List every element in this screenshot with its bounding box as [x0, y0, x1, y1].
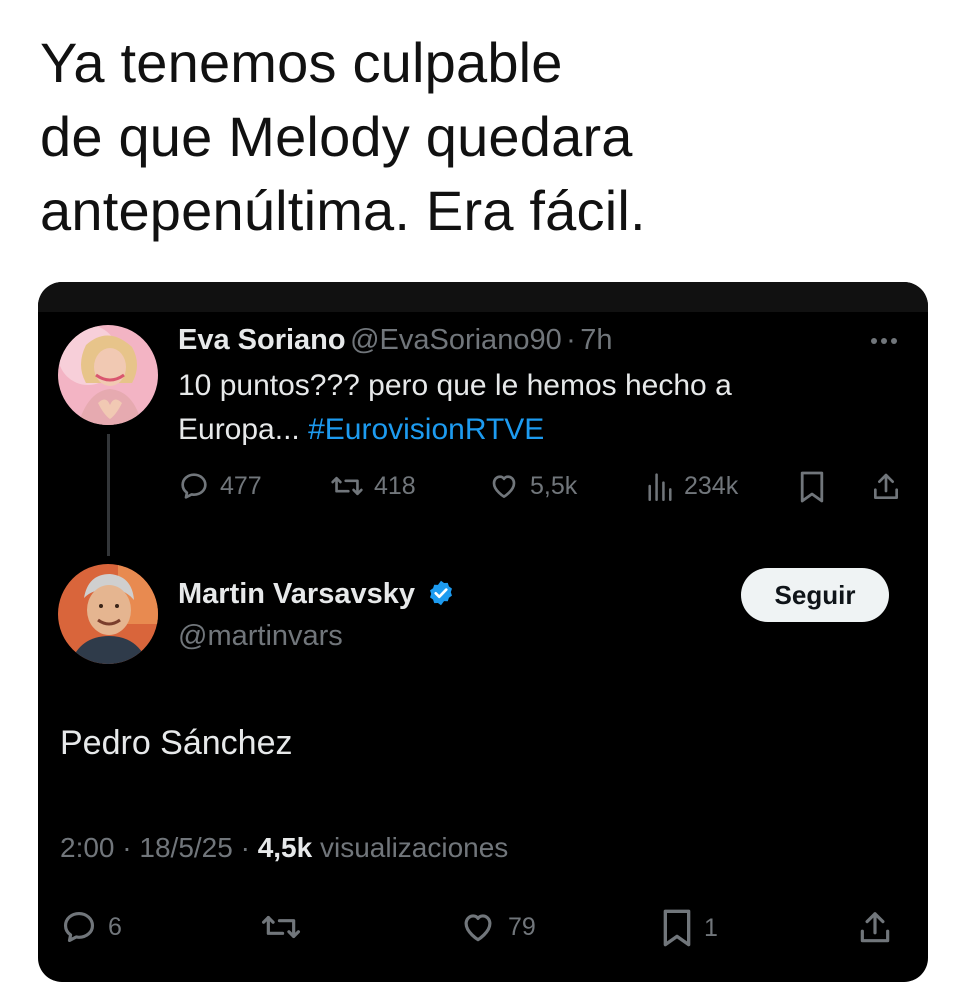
reply-author-row: Martin Varsavsky [178, 578, 455, 611]
retweet-button[interactable]: 418 [330, 470, 416, 502]
quoted-tweet-text: 10 puntos??? pero que le hemos hecho a E… [178, 364, 732, 452]
header-separator: · [566, 324, 576, 356]
tweet-screenshot-card: Eva Soriano @EvaSoriano90 · 7h 10 puntos… [38, 282, 928, 982]
bookmark-button[interactable] [798, 470, 826, 504]
reply-icon [63, 911, 95, 943]
views-icon [648, 473, 672, 501]
reply-tweet-meta: 2:00 · 18/5/25 · 4,5k visualizaciones [60, 832, 508, 864]
views-label: visualizaciones [319, 832, 509, 863]
retweet-icon [262, 915, 300, 939]
martin-varsavsky-avatar[interactable] [58, 564, 158, 664]
reply-button-main[interactable]: 6 [60, 908, 122, 946]
like-button-main[interactable]: 79 [458, 908, 536, 946]
share-button[interactable] [870, 470, 902, 504]
reply-author-name[interactable]: Martin Varsavsky [178, 578, 415, 610]
like-button[interactable]: 5,5k [488, 470, 577, 502]
quoted-author-name[interactable]: Eva Soriano [178, 324, 346, 356]
retweet-button-main[interactable] [260, 908, 302, 946]
quoted-text-line-1: 10 puntos??? pero que le hemos hecho a [178, 369, 732, 402]
verified-badge-icon [430, 580, 453, 606]
bookmark-button-main[interactable]: 1 [660, 908, 718, 948]
bookmark-icon [663, 909, 691, 947]
bookmark-count-main: 1 [704, 913, 718, 942]
reply-icon [181, 473, 207, 499]
like-count: 5,5k [530, 471, 578, 500]
like-icon [492, 475, 516, 498]
quoted-text-line-2: Europa... #EurovisionRTVE [178, 408, 732, 452]
views-button[interactable]: 234k [646, 470, 738, 502]
eva-soriano-avatar[interactable] [58, 325, 158, 425]
meta-separator-1: · [122, 832, 132, 863]
tweet-time[interactable]: 2:00 [60, 832, 115, 863]
tweet-date[interactable]: 18/5/25 [139, 832, 232, 863]
reply-count-main: 6 [108, 912, 122, 941]
caption-line-3: antepenúltima. Era fácil. [40, 179, 646, 242]
reply-count: 477 [220, 471, 262, 500]
views-count: 234k [684, 471, 739, 500]
meta-separator-2: · [240, 832, 250, 863]
quoted-tweet-header: Eva Soriano @EvaSoriano90 · 7h [178, 324, 613, 357]
share-button-main[interactable] [856, 908, 894, 948]
retweet-count: 418 [374, 471, 416, 500]
post-caption: Ya tenemos culpable de que Melody quedar… [40, 26, 900, 248]
reply-button[interactable]: 477 [178, 470, 262, 502]
hashtag-link[interactable]: #EurovisionRTVE [308, 413, 544, 446]
share-icon [874, 473, 898, 499]
follow-button[interactable]: Seguir [741, 568, 889, 622]
bookmark-icon [800, 471, 824, 503]
share-icon [860, 912, 890, 943]
quoted-text-plain: Europa... [178, 413, 309, 446]
quoted-tweet-time[interactable]: 7h [580, 324, 612, 356]
like-icon [464, 914, 492, 942]
caption-line-1: Ya tenemos culpable [40, 31, 563, 94]
caption-line-2: de que Melody quedara [40, 105, 633, 168]
thread-connector-line [107, 434, 110, 556]
reply-author-handle[interactable]: @martinvars [178, 620, 343, 653]
retweet-icon [331, 476, 363, 496]
more-icon[interactable] [864, 326, 904, 356]
reply-tweet-text: Pedro Sánchez [60, 724, 293, 762]
views-total: 4,5k [257, 832, 313, 863]
card-top-strip [38, 282, 928, 312]
like-count-main: 79 [508, 912, 536, 941]
quoted-author-handle[interactable]: @EvaSoriano90 [350, 324, 562, 356]
